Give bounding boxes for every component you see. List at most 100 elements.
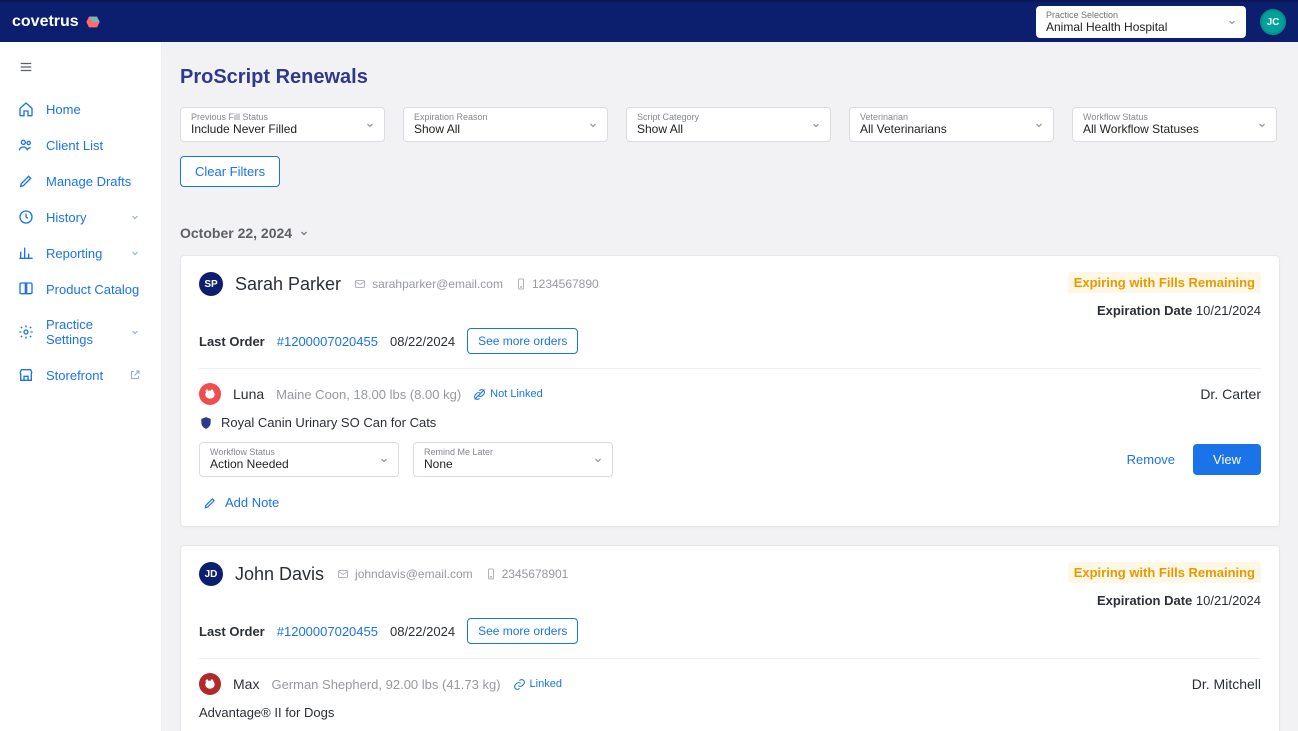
sidebar: Home Client List Manage Drafts History R… [0, 42, 162, 731]
expiry-status-badge: Expiring with Fills Remaining [1068, 272, 1261, 293]
clock-icon [18, 209, 34, 225]
expiration-date: Expiration Date 10/21/2024 [1068, 593, 1261, 608]
pet-info: Luna Maine Coon, 18.00 lbs (8.00 kg) Not… [199, 383, 543, 405]
nav-practice-settings[interactable]: Practice Settings [0, 307, 161, 357]
expiry-status-badge: Expiring with Fills Remaining [1068, 562, 1261, 583]
pet-species-icon [199, 673, 221, 695]
renewal-card: SP Sarah Parker sarahparker@email.com 12… [180, 255, 1280, 527]
client-email: sarahparker@email.com [353, 277, 503, 291]
nav-label: Storefront [46, 368, 103, 383]
chevron-down-icon [127, 326, 143, 338]
pet-breed: Maine Coon, 18.00 lbs (8.00 kg) [276, 387, 461, 402]
hamburger-icon [18, 60, 34, 74]
nav-storefront[interactable]: Storefront [0, 357, 161, 393]
home-icon [18, 101, 34, 117]
nav-home[interactable]: Home [0, 91, 161, 127]
client-phone: 1234567890 [515, 277, 599, 291]
pet-name: Max [233, 676, 259, 692]
chevron-down-icon [127, 211, 143, 223]
see-more-orders-button[interactable]: See more orders [467, 328, 578, 354]
clients-icon [18, 137, 34, 153]
nav-label: Product Catalog [46, 282, 139, 297]
clear-filters-button[interactable]: Clear Filters [180, 156, 280, 187]
date-group-header[interactable]: October 22, 2024 [180, 225, 1280, 241]
chevron-down-icon [127, 247, 143, 259]
gear-icon [18, 324, 34, 340]
nav-label: Client List [46, 138, 103, 153]
remind-me-later-select[interactable]: Remind Me Later None [413, 442, 613, 477]
filter-workflow-status[interactable]: Workflow Status All Workflow Statuses [1072, 107, 1277, 142]
filter-veterinarian[interactable]: Veterinarian All Veterinarians [849, 107, 1054, 142]
link-status[interactable]: Not Linked [473, 388, 543, 401]
see-more-orders-button[interactable]: See more orders [467, 618, 578, 644]
page-title: ProScript Renewals [180, 66, 1280, 89]
nav-client-list[interactable]: Client List [0, 127, 161, 163]
chevron-down-icon [592, 454, 604, 466]
client-initials: JD [199, 562, 223, 586]
last-order-row: Last Order #1200007020455 08/22/2024 See… [181, 608, 1279, 658]
nav-label: Practice Settings [46, 317, 115, 347]
shield-icon [199, 416, 213, 430]
product-row: Royal Canin Urinary SO Can for Cats [181, 405, 1279, 442]
nav-label: Manage Drafts [46, 174, 131, 189]
client-row: JD John Davis johndavis@email.com 234567… [199, 562, 568, 586]
status-column: Expiring with Fills Remaining Expiration… [1068, 562, 1261, 608]
remove-link[interactable]: Remove [1127, 452, 1175, 467]
practice-select[interactable]: Practice Selection Animal Health Hospita… [1036, 6, 1246, 38]
order-number-link[interactable]: #1200007020455 [277, 334, 378, 349]
client-name: Sarah Parker [235, 274, 341, 295]
practice-select-value: Animal Health Hospital [1046, 20, 1218, 34]
order-number-link[interactable]: #1200007020455 [277, 624, 378, 639]
brand-name: covetrus [12, 13, 79, 31]
filter-previous-fill[interactable]: Previous Fill Status Include Never Fille… [180, 107, 385, 142]
pet-info: Max German Shepherd, 92.00 lbs (41.73 kg… [199, 673, 562, 695]
chevron-down-icon [1033, 119, 1045, 131]
client-name: John Davis [235, 564, 324, 585]
store-icon [18, 367, 34, 383]
product-name: Advantage® II for Dogs [199, 705, 334, 720]
filter-script-category[interactable]: Script Category Show All [626, 107, 831, 142]
nav-product-catalog[interactable]: Product Catalog [0, 271, 161, 307]
mail-icon [353, 278, 367, 290]
nav-label: Reporting [46, 246, 102, 261]
nav-history[interactable]: History [0, 199, 161, 235]
nav-manage-drafts[interactable]: Manage Drafts [0, 163, 161, 199]
nav-label: Home [46, 102, 81, 117]
main-content: ProScript Renewals Previous Fill Status … [162, 42, 1298, 731]
nav-reporting[interactable]: Reporting [0, 235, 161, 271]
brand-mark-icon [85, 14, 101, 30]
product-name: Royal Canin Urinary SO Can for Cats [221, 415, 436, 430]
pet-name: Luna [233, 386, 264, 402]
link-status[interactable]: Linked [513, 678, 562, 691]
chevron-down-icon [1226, 16, 1238, 28]
pet-breed: German Shepherd, 92.00 lbs (41.73 kg) [271, 677, 500, 692]
pet-species-icon [199, 383, 221, 405]
pencil-icon [18, 173, 34, 189]
topbar-right: Practice Selection Animal Health Hospita… [1036, 6, 1286, 38]
veterinarian-name: Dr. Carter [1200, 386, 1261, 402]
view-button[interactable]: View [1193, 444, 1261, 475]
user-avatar[interactable]: JC [1260, 9, 1286, 35]
client-email: johndavis@email.com [336, 567, 473, 581]
veterinarian-name: Dr. Mitchell [1192, 676, 1261, 692]
mail-icon [336, 568, 350, 580]
client-phone: 2345678901 [485, 567, 569, 581]
phone-icon [515, 277, 527, 291]
nav-list: Home Client List Manage Drafts History R… [0, 91, 161, 393]
add-note-button[interactable]: Add Note [181, 485, 1279, 526]
brand-logo: covetrus [12, 13, 101, 31]
last-order-row: Last Order #1200007020455 08/22/2024 See… [181, 318, 1279, 368]
product-row: Advantage® II for Dogs [181, 695, 1279, 731]
top-bar: covetrus Practice Selection Animal Healt… [0, 0, 1298, 42]
chevron-down-icon [364, 119, 376, 131]
status-column: Expiring with Fills Remaining Expiration… [1068, 272, 1261, 318]
client-row: SP Sarah Parker sarahparker@email.com 12… [199, 272, 599, 296]
filter-row: Previous Fill Status Include Never Fille… [180, 107, 1280, 142]
filter-expiration-reason[interactable]: Expiration Reason Show All [403, 107, 608, 142]
menu-toggle[interactable] [0, 54, 161, 91]
client-initials: SP [199, 272, 223, 296]
link-icon [513, 678, 526, 691]
workflow-status-select[interactable]: Workflow Status Action Needed [199, 442, 399, 477]
chevron-down-icon [378, 454, 390, 466]
phone-icon [485, 567, 497, 581]
